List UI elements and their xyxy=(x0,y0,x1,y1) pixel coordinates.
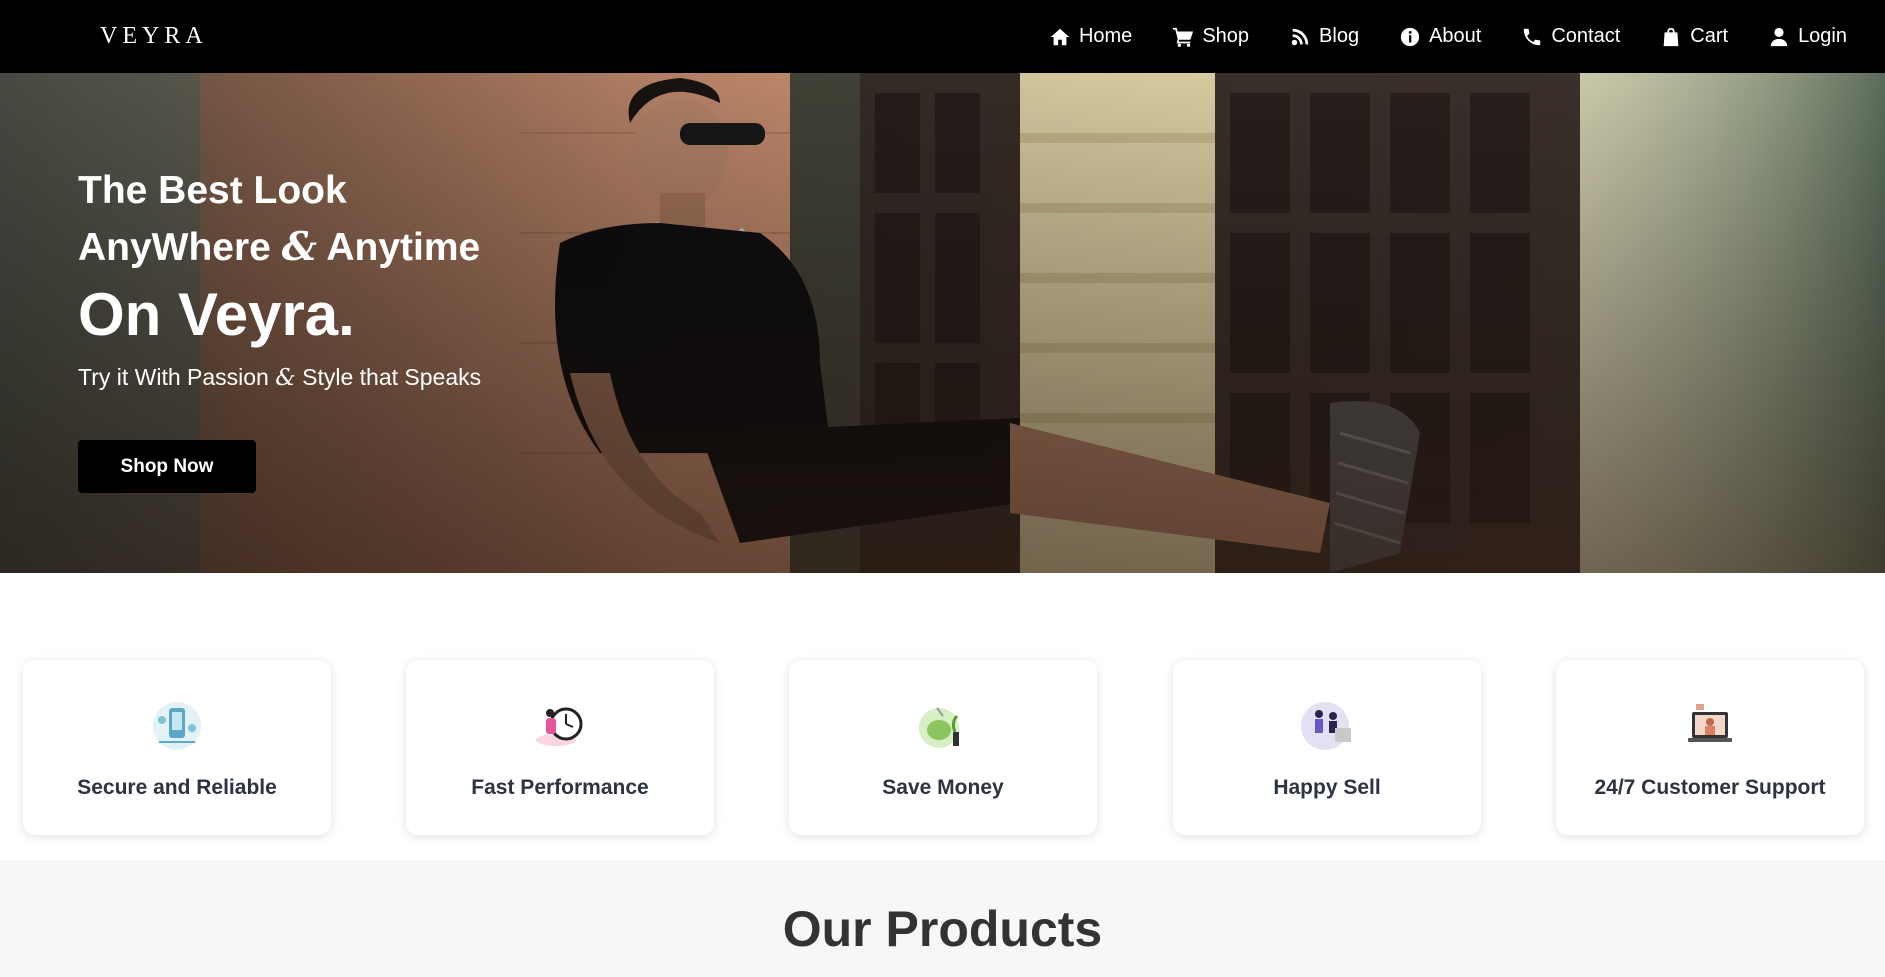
shop-now-button[interactable]: Shop Now xyxy=(78,440,256,493)
hero-headline-anywhere: AnyWhere xyxy=(78,226,271,269)
hero-subtitle-ampersand: & xyxy=(275,365,296,391)
brand-logo[interactable]: VEYRA xyxy=(100,23,208,50)
nav-about[interactable]: About xyxy=(1399,25,1481,48)
hero-headline-line2: AnyWhere & Anytime xyxy=(78,219,481,276)
piggy-bank-illustration-icon xyxy=(919,707,959,748)
feature-card-fast: Fast Performance xyxy=(406,660,714,835)
nav-about-label: About xyxy=(1429,25,1482,47)
navbar: VEYRA Home Shop Blog About Contact Cart … xyxy=(0,0,1885,73)
cart-icon xyxy=(1172,26,1194,48)
team-illustration-icon xyxy=(1301,702,1351,750)
nav-cart-label: Cart xyxy=(1690,25,1729,47)
nav-login[interactable]: Login xyxy=(1768,25,1847,48)
hero-headline-line1: The Best Look xyxy=(78,169,347,212)
home-icon xyxy=(1049,26,1071,48)
feature-label-fast: Fast Performance xyxy=(471,776,649,799)
feature-card-save: Save Money xyxy=(789,660,1097,835)
phone-icon xyxy=(1521,26,1543,48)
nav-blog-label: Blog xyxy=(1319,25,1360,47)
info-icon xyxy=(1399,26,1421,48)
feature-card-happy: Happy Sell xyxy=(1173,660,1481,835)
nav-contact-label: Contact xyxy=(1551,25,1621,47)
hero-banner: The Best Look AnyWhere & Anytime On Veyr… xyxy=(0,73,1885,573)
support-illustration-icon xyxy=(1688,704,1732,742)
hero-subtitle-part2: Style that Speaks xyxy=(302,364,482,390)
nav-cart[interactable]: Cart xyxy=(1660,25,1728,48)
hero-ampersand: & xyxy=(281,224,317,270)
secure-illustration-icon xyxy=(153,702,201,750)
nav-login-label: Login xyxy=(1798,25,1847,47)
hero-subtitle-part1: Try it With Passion xyxy=(78,364,269,390)
nav-blog[interactable]: Blog xyxy=(1289,25,1359,48)
nav-shop-label: Shop xyxy=(1202,25,1250,47)
feature-card-support: 24/7 Customer Support xyxy=(1556,660,1864,835)
main-nav: Home Shop Blog About Contact Cart Login xyxy=(1009,25,1847,48)
hero-text-block: The Best Look AnyWhere & Anytime On Veyr… xyxy=(78,163,481,391)
products-heading: Our Products xyxy=(782,901,1103,957)
user-icon xyxy=(1768,26,1790,48)
hero-headline-anytime: Anytime xyxy=(326,226,481,269)
nav-home-label: Home xyxy=(1078,25,1133,47)
hero-brand-line: On Veyra. xyxy=(78,281,355,348)
nav-home[interactable]: Home xyxy=(1049,25,1132,48)
feature-label-save: Save Money xyxy=(882,776,1004,799)
feature-label-support: 24/7 Customer Support xyxy=(1594,776,1826,799)
bag-icon xyxy=(1660,26,1682,48)
hero-subtitle: Try it With Passion & Style that Speaks xyxy=(78,364,481,391)
nav-contact[interactable]: Contact xyxy=(1521,25,1620,48)
feature-label-happy: Happy Sell xyxy=(1273,776,1381,799)
blog-icon xyxy=(1289,26,1311,48)
stopwatch-illustration-icon xyxy=(536,707,583,746)
products-section: Our Products xyxy=(0,860,1885,977)
feature-card-secure: Secure and Reliable xyxy=(23,660,331,835)
feature-label-secure: Secure and Reliable xyxy=(77,776,277,799)
nav-shop[interactable]: Shop xyxy=(1172,25,1249,48)
features-section: Secure and Reliable Fast Performance Sav… xyxy=(0,573,1885,860)
